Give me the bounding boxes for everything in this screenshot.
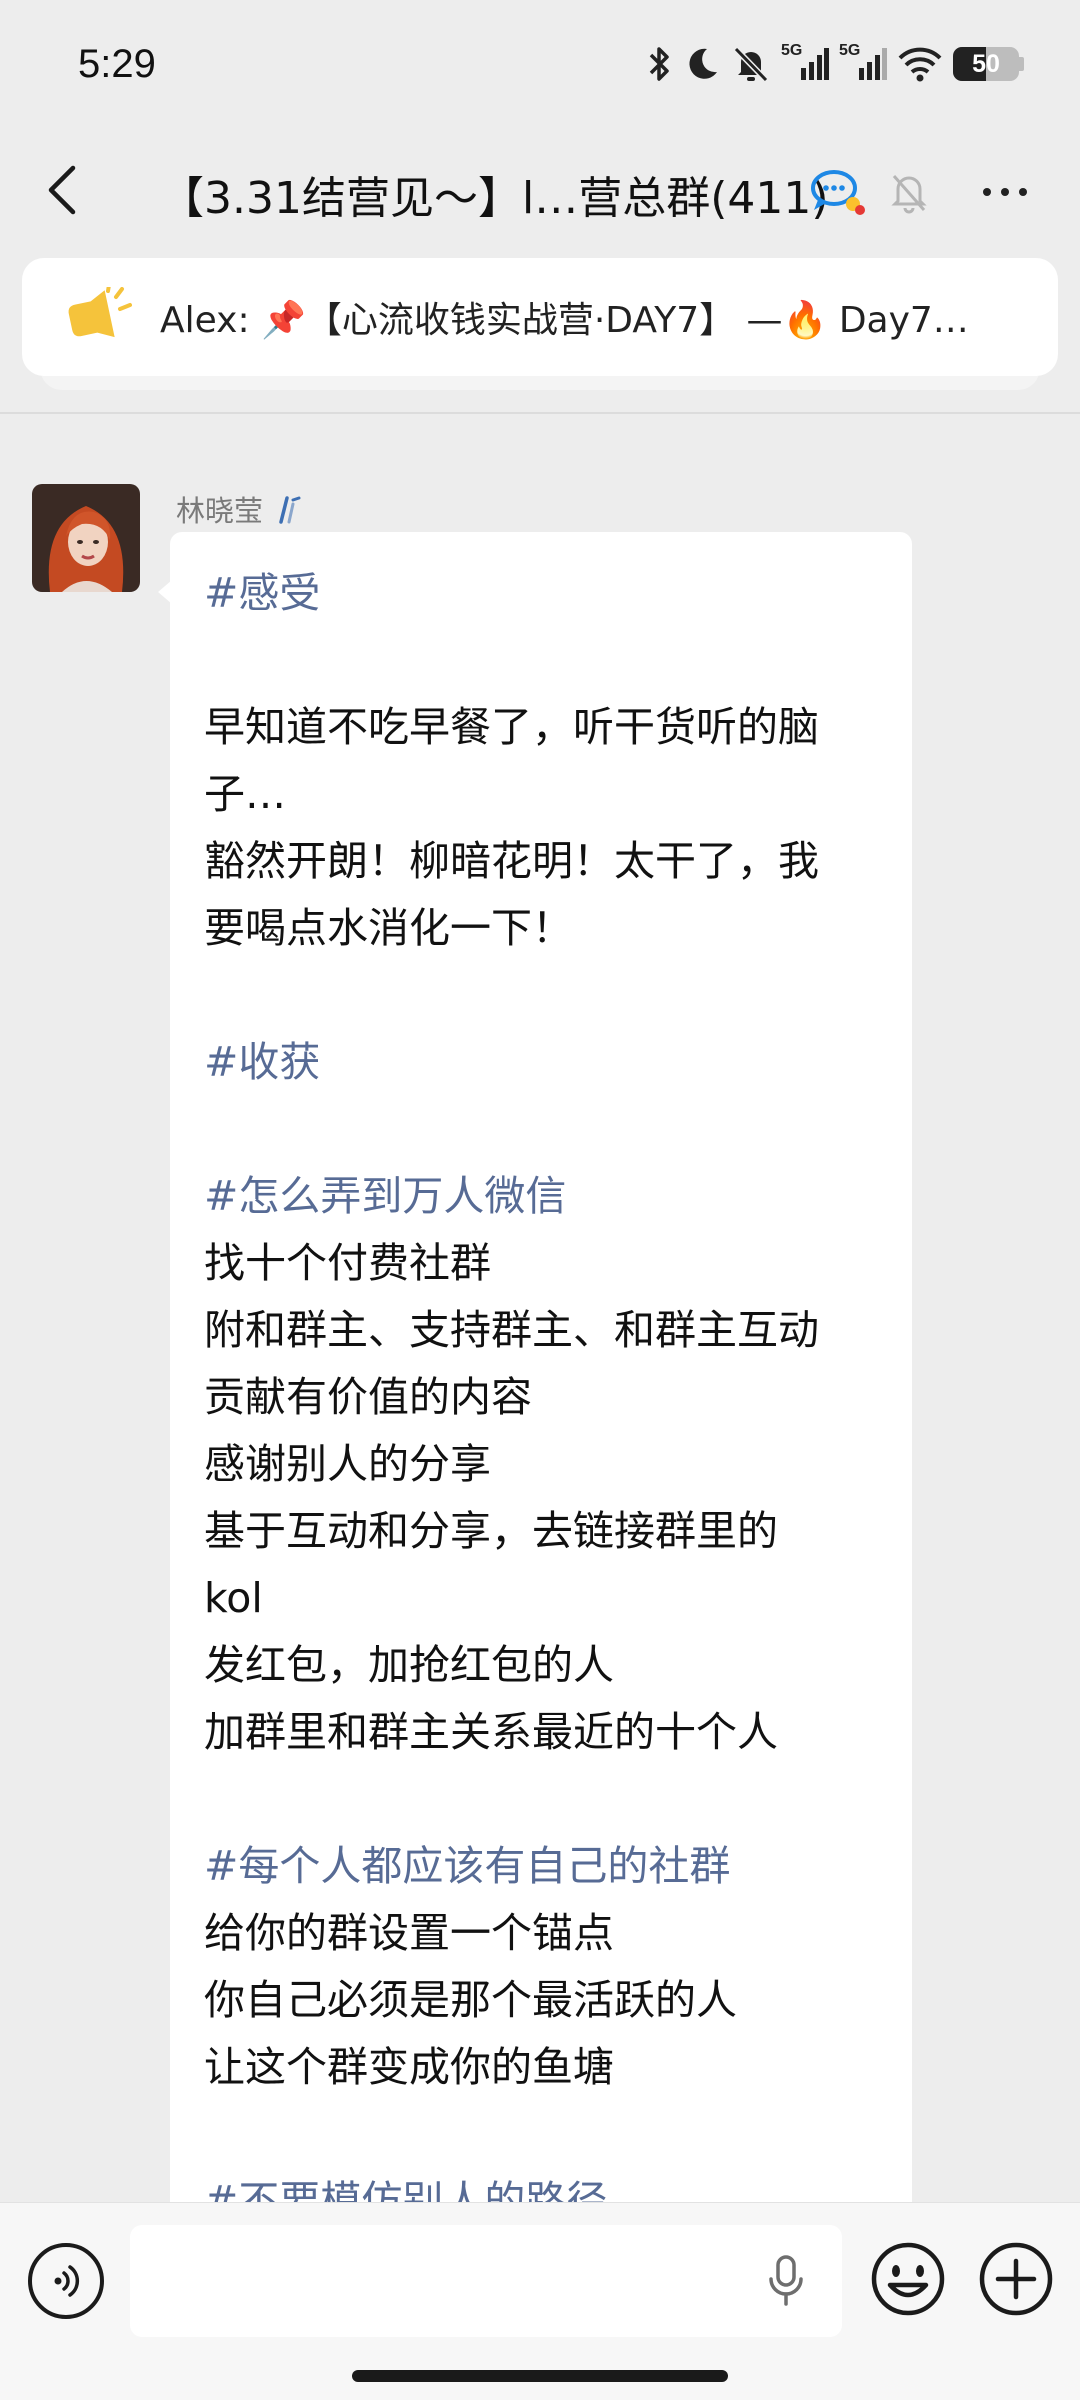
voice-input-button[interactable] — [28, 2243, 104, 2319]
message-line: 感谢别人的分享 — [204, 1440, 491, 1488]
microphone-icon[interactable] — [768, 2255, 804, 2307]
emoji-icon[interactable] — [868, 2239, 948, 2319]
message-line: 豁然开朗！柳暗花明！太干了，我 — [204, 837, 819, 885]
message-line — [204, 962, 878, 1029]
message-bubble[interactable]: #感受早知道不吃早餐了，听干货听的脑 子… 豁然开朗！柳暗花明！太干了，我 要喝点水消… — [170, 532, 912, 2232]
message-line — [204, 1766, 878, 1833]
home-indicator[interactable] — [352, 2370, 728, 2382]
status-bar: 5:29 5G 5G 50 — [0, 0, 1080, 136]
plus-icon[interactable] — [976, 2239, 1056, 2319]
message-line — [204, 1096, 878, 1163]
back-button[interactable] — [30, 158, 94, 222]
chevron-left-icon — [48, 165, 76, 215]
message-line: 找十个付费社群 — [204, 1239, 491, 1287]
announcement-text: Alex: 📌【心流收钱实战营·DAY7】 —🔥 Day7… — [160, 300, 969, 341]
battery-level: 50 — [972, 49, 1000, 78]
message-line: 让这个群变成你的鱼塘 — [204, 2043, 614, 2091]
hashtag-line[interactable]: #怎么弄到万人微信 — [204, 1163, 878, 1230]
sender-name: 林晓莹 — [176, 494, 264, 528]
chat-title[interactable]: 【3.31结营见～】l…营总群(411) — [160, 162, 829, 226]
wifi-icon — [898, 47, 942, 82]
message-line: 附和群主、支持群主、和群主互动 — [204, 1306, 819, 1354]
chat-header: 【3.31结营见～】l…营总群(411) — [0, 136, 1080, 248]
moon-icon — [689, 48, 717, 79]
message-line: 早知道不吃早餐了，听干货听的脑 — [204, 703, 819, 751]
message-line: 基于互动和分享，去链接群里的 — [204, 1507, 778, 1555]
header-divider — [0, 412, 1080, 414]
message-line: 要喝点水消化一下！ — [204, 904, 573, 952]
sender-info: 林晓莹 — [176, 488, 301, 530]
message-line — [204, 2101, 878, 2168]
status-time: 5:29 — [78, 42, 156, 86]
message-body: #感受早知道不吃早餐了，听干货听的脑 子… 豁然开朗！柳暗花明！太干了，我 要喝点水消… — [170, 532, 912, 2232]
hashtag-line[interactable]: #感受 — [204, 560, 878, 627]
message-line: 加群里和群主关系最近的十个人 — [204, 1708, 778, 1756]
message-input[interactable] — [130, 2225, 842, 2337]
message-line: 子… — [204, 770, 286, 818]
message-line — [204, 627, 878, 694]
bell-off-icon — [733, 46, 769, 83]
bluetooth-icon — [649, 47, 669, 81]
message-line: 你自己必须是那个最活跃的人 — [204, 1976, 737, 2024]
more-dot — [983, 188, 991, 196]
status-icons: 5G 5G 50 — [645, 42, 1024, 84]
message-line: 发红包，加抢红包的人 — [204, 1641, 614, 1689]
more-dot — [1019, 188, 1027, 196]
announcement-horn-icon — [62, 281, 134, 353]
message-line: 给你的群设置一个锚点 — [204, 1909, 614, 1957]
hashtag-line[interactable]: #收获 — [204, 1029, 878, 1096]
message-line: 贡献有价值的内容 — [204, 1373, 532, 1421]
pinned-announcement[interactable]: Alex: 📌【心流收钱实战营·DAY7】 —🔥 Day7… — [22, 258, 1058, 376]
message-line: kol — [204, 1574, 263, 1622]
battery-icon: 50 — [953, 47, 1024, 81]
chat-bubble-icon[interactable] — [808, 166, 868, 222]
sender-avatar[interactable] — [32, 484, 140, 592]
hashtag-line[interactable]: #每个人都应该有自己的社群 — [204, 1833, 878, 1900]
more-dot — [1001, 188, 1009, 196]
signal-5g-icon-1: 5G — [781, 42, 829, 84]
mute-bell-icon — [891, 175, 927, 214]
more-options-button[interactable] — [970, 162, 1040, 222]
member-badge-icon — [279, 496, 301, 524]
voice-icon — [54, 2265, 80, 2297]
signal-5g-icon-2: 5G — [839, 42, 887, 84]
